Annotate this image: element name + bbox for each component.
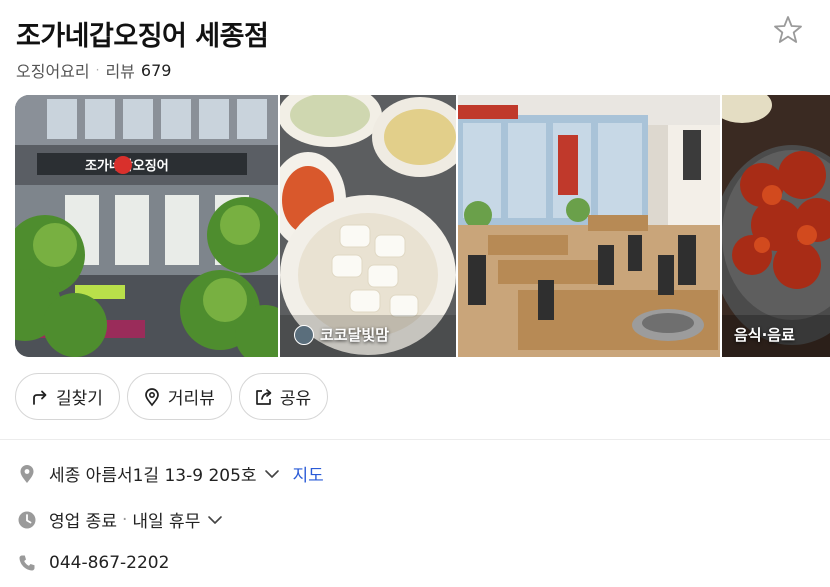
share-icon [255, 388, 272, 405]
favorite-star-icon[interactable] [772, 14, 804, 46]
photo-category-caption: 음식·음료 [734, 326, 795, 344]
place-title: 조가네갑오징어 세종점 [16, 21, 269, 52]
action-buttons: 길찾기 거리뷰 공유 [15, 373, 329, 420]
photo-author-caption: 코코달빛맘 [294, 324, 389, 345]
hours-row: 영업 종료 · 내일 휴무 [17, 507, 224, 532]
map-pin-icon [20, 464, 34, 483]
location-pin-icon [145, 387, 159, 406]
phone-row: 044-867-2202 [17, 553, 169, 573]
chevron-down-icon[interactable] [263, 465, 281, 483]
photo-author-name: 코코달빛맘 [320, 326, 390, 344]
directions-icon [33, 390, 47, 405]
separator-dot: · [95, 63, 100, 77]
directions-button[interactable]: 길찾기 [15, 373, 120, 420]
photo-side-dishes[interactable]: 코코달빛맘 [280, 95, 456, 357]
photo-food[interactable]: 음식·음료 [722, 95, 830, 357]
photo-storefront[interactable]: 조가네갑오징어 [15, 95, 278, 357]
phone-number[interactable]: 044-867-2202 [49, 553, 169, 573]
hours-next: 내일 휴무 [132, 512, 201, 532]
address-text: 세종 아름서1길 13-9 205호 [49, 466, 257, 486]
street-view-button[interactable]: 거리뷰 [126, 373, 232, 420]
place-subline: 오징어요리 · 리뷰 679 [16, 58, 171, 82]
street-view-label: 거리뷰 [167, 389, 215, 409]
chevron-down-icon[interactable] [206, 511, 224, 529]
share-button[interactable]: 공유 [238, 373, 329, 420]
map-link[interactable]: 지도 [293, 461, 324, 486]
separator-dot: · [121, 509, 128, 530]
review-count[interactable]: 679 [141, 61, 172, 80]
hours-status: 영업 종료 [49, 512, 117, 532]
photo-strip: 조가네갑오징어 [15, 95, 830, 357]
place-category: 오징어요리 [16, 62, 90, 81]
photo-interior[interactable] [458, 95, 720, 357]
section-divider [0, 439, 830, 440]
clock-icon [18, 511, 36, 528]
address-row: 세종 아름서1길 13-9 205호 지도 [17, 461, 324, 486]
directions-label: 길찾기 [56, 389, 103, 409]
author-avatar [294, 324, 314, 345]
phone-icon [19, 555, 35, 571]
share-label: 공유 [279, 389, 312, 409]
review-label[interactable]: 리뷰 [105, 58, 134, 82]
